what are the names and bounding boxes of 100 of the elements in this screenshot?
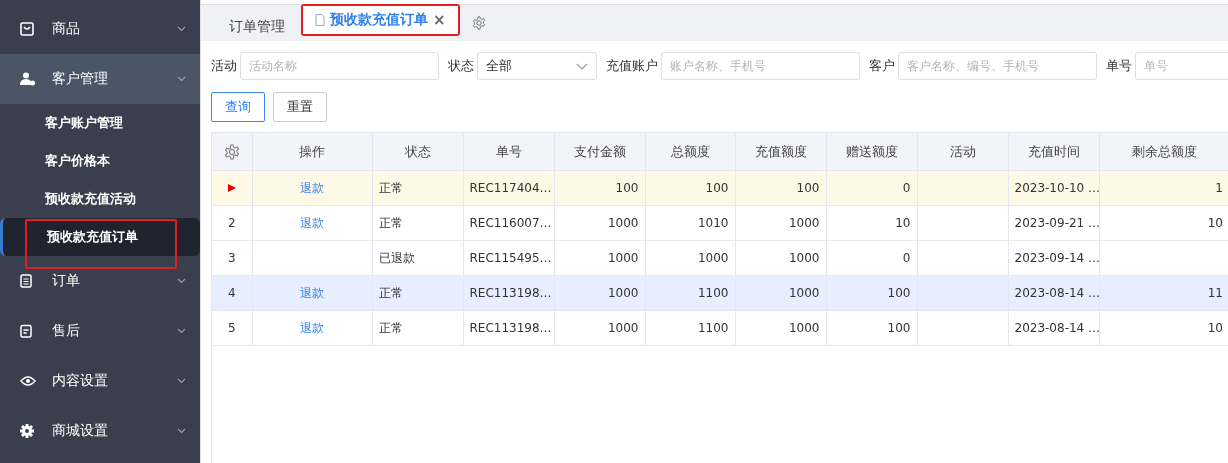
column-header: 单号 <box>463 132 554 171</box>
filter-label: 客户 <box>869 57 895 75</box>
column-header: 总额度 <box>645 132 735 171</box>
tab[interactable]: 订单管理 <box>217 11 297 43</box>
column-header: 充值时间 <box>1008 132 1099 171</box>
row-number: 2 <box>227 216 236 230</box>
document-icon <box>20 274 32 288</box>
table-cell: 100 <box>887 286 911 300</box>
chevron-icon <box>177 76 186 82</box>
chevron-icon <box>177 378 186 384</box>
table-cell: REC117404… <box>469 181 552 195</box>
submenu-item[interactable]: 客户账户管理 <box>0 104 200 142</box>
refund-link[interactable]: 退款 <box>300 320 324 335</box>
table-cell: 2023-08-14 … <box>1014 321 1098 335</box>
filter-label: 状态 <box>448 57 474 75</box>
settings-icon[interactable] <box>471 16 486 30</box>
chevron-icon <box>177 26 186 32</box>
column-header: 状态 <box>372 132 463 171</box>
table-cell: 10 <box>1207 321 1223 335</box>
clipboard-icon <box>20 324 32 338</box>
input-field[interactable]: 账户名称、手机号 <box>661 52 860 80</box>
query-button[interactable]: 查询 <box>211 92 265 122</box>
table-cell: 1010 <box>697 216 729 230</box>
table-cell: 100 <box>705 181 729 195</box>
menu-label: 客户管理 <box>52 70 109 88</box>
reset-button[interactable]: 重置 <box>273 92 327 122</box>
table-row[interactable]: 2 退款 正常 REC116007… 1000 1010 1000 10 2023-09-21 … 10 <box>212 205 1228 241</box>
filter-label: 单号 <box>1106 57 1132 75</box>
table-cell: 1000 <box>697 251 729 265</box>
row-number: 3 <box>227 251 236 265</box>
table-cell: 1000 <box>607 216 639 230</box>
column-header: 活动 <box>917 132 1008 171</box>
user-icon <box>20 72 36 86</box>
table-cell: 1100 <box>697 321 729 335</box>
table-row[interactable]: 退款 正常 REC117404… 100 100 100 0 2023-10-10 … 1 <box>212 170 1228 206</box>
menu-item[interactable]: 客户管理 <box>0 54 200 104</box>
table-cell: 正常 <box>378 180 403 195</box>
table-cell: 1000 <box>607 286 639 300</box>
table-cell: 已退款 <box>378 250 415 265</box>
table-row[interactable]: 5 退款 正常 REC113198… 1000 1100 1000 100 2023-08-14 … 10 <box>212 310 1228 346</box>
refund-link[interactable]: 退款 <box>300 285 324 300</box>
column-header: 剩余总额度 <box>1099 132 1228 171</box>
document-icon <box>315 14 325 26</box>
input-field[interactable]: 单号 <box>1135 52 1228 80</box>
refund-link[interactable]: 退款 <box>300 180 324 195</box>
menu-item[interactable]: 内容设置 <box>0 356 200 406</box>
chevron-icon <box>177 328 186 334</box>
table-cell: REC116007… <box>469 216 552 230</box>
bag-icon <box>20 22 34 36</box>
menu-item[interactable]: 商城设置 <box>0 406 200 456</box>
row-number: 4 <box>227 286 236 300</box>
table-cell: 1000 <box>788 216 820 230</box>
settings-icon[interactable] <box>223 143 240 160</box>
chevron-icon <box>177 278 186 284</box>
menu-item[interactable]: 订单 <box>0 256 200 306</box>
eye-icon <box>20 375 36 387</box>
column-header: 操作 <box>252 132 372 171</box>
table-cell: REC113198… <box>469 321 552 335</box>
table-cell: 1000 <box>607 321 639 335</box>
table-cell: 1000 <box>607 251 639 265</box>
table-cell: 10 <box>1207 216 1223 230</box>
filter-label: 活动 <box>211 57 237 75</box>
menu-label: 商城设置 <box>52 422 109 440</box>
table-cell: REC113198… <box>469 286 552 300</box>
status-select[interactable]: 全部 <box>477 52 597 80</box>
table-cell: 100 <box>887 321 911 335</box>
table-cell: 11 <box>1207 286 1223 300</box>
table-cell: 1000 <box>788 251 820 265</box>
column-header: 赠送额度 <box>826 132 917 171</box>
table-cell: 0 <box>902 181 911 195</box>
settings-icon <box>20 424 34 438</box>
chevron-icon <box>576 62 588 70</box>
menu-label: 内容设置 <box>52 372 109 390</box>
refund-link[interactable]: 退款 <box>300 215 324 230</box>
table-cell: 2023-08-14 … <box>1014 286 1098 300</box>
menu-item[interactable]: 商品 <box>0 4 200 54</box>
table-cell: 100 <box>796 181 820 195</box>
table-row[interactable]: 4 退款 正常 REC113198… 1000 1100 1000 100 2023-08-14 … 11 <box>212 275 1228 311</box>
submenu-item[interactable]: 预收款充值活动 <box>0 180 200 218</box>
table-cell: 2023-09-21 … <box>1014 216 1098 230</box>
table-cell: 2023-09-14 … <box>1014 251 1098 265</box>
table-cell: 0 <box>902 251 911 265</box>
table-cell: REC115495… <box>469 251 552 265</box>
table-cell: 10 <box>895 216 911 230</box>
tab[interactable]: 预收款充值订单 × <box>303 6 458 34</box>
menu-item[interactable]: 售后 <box>0 306 200 356</box>
input-field[interactable]: 活动名称 <box>240 52 439 80</box>
chevron-icon <box>177 428 186 434</box>
table-cell: 正常 <box>378 215 403 230</box>
current-row-icon <box>227 184 236 192</box>
table-cell: 1 <box>1215 181 1223 195</box>
submenu-item[interactable]: 预收款充值订单 <box>0 218 200 256</box>
table-cell: 2023-10-10 … <box>1014 181 1098 195</box>
table-cell: 1000 <box>788 286 820 300</box>
submenu-item[interactable]: 客户价格本 <box>0 142 200 180</box>
column-header: 充值额度 <box>735 132 826 171</box>
table-row[interactable]: 3 已退款 REC115495… 1000 1000 1000 0 2023-09-14 … <box>212 240 1228 276</box>
table-cell: 正常 <box>378 285 403 300</box>
input-field[interactable]: 客户名称、编号、手机号 <box>898 52 1097 80</box>
close-icon[interactable]: × <box>433 11 446 29</box>
